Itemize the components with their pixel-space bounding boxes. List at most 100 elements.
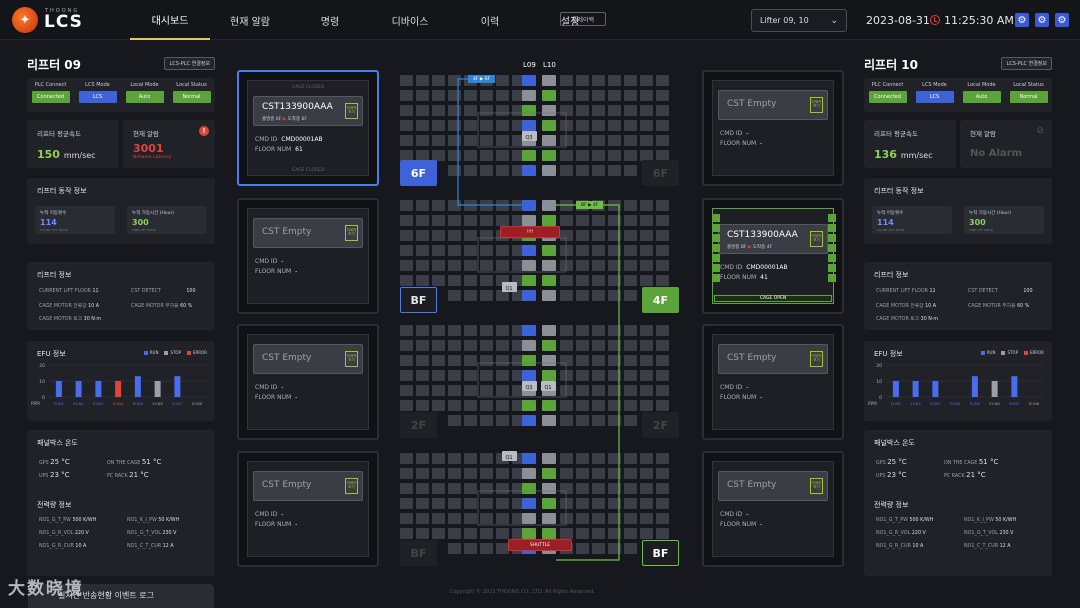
conveyor-cell: [560, 453, 573, 464]
detail-button[interactable]: 자세히 보기: [810, 478, 823, 494]
floor-label-right-2f[interactable]: 2F: [642, 412, 679, 438]
conveyor-cell: [416, 355, 429, 366]
plc-info-button[interactable]: LCS-PLC 연결정보: [1001, 57, 1052, 70]
conveyor-cell: [416, 385, 429, 396]
conveyor-cell: [608, 75, 621, 86]
conveyor-cell: [624, 275, 637, 286]
detail-button[interactable]: 자세히 보기: [810, 351, 823, 367]
cst-id: CST Empty: [262, 227, 312, 237]
alert-tag[interactable]: !!!!: [500, 226, 560, 238]
floor-num-label: FLOOR NUM: [255, 521, 292, 528]
nav-device[interactable]: 디바이스: [370, 0, 450, 40]
floor-label-right-6f[interactable]: 6F: [642, 160, 679, 186]
lift-l10-cell: [542, 90, 556, 101]
lift-l09-cell: [522, 415, 536, 426]
conveyor-cell: [656, 230, 669, 241]
logo[interactable]: ✦ THOONG LCS: [12, 7, 83, 33]
conveyor-cell: [656, 135, 669, 146]
floor-label-left-2f[interactable]: 2F: [400, 412, 437, 438]
detail-button[interactable]: 자세히 보기: [810, 231, 823, 247]
legend-run: RUN: [981, 350, 996, 355]
current-alarm-card[interactable]: 현재 알람 ! 3001 Network Latency: [123, 120, 215, 168]
detail-button[interactable]: 자세히 보기: [810, 97, 823, 113]
playback-button[interactable]: 플레이백: [560, 12, 606, 26]
bay-left-2[interactable]: CST Empty 자세히 보기 CMD ID - FLOOR NUM -: [237, 198, 379, 314]
conveyor-cell: [624, 165, 637, 176]
conveyor-cell: [624, 498, 637, 509]
detail-button[interactable]: 자세히 보기: [345, 478, 358, 494]
conveyor-cell: [608, 150, 621, 161]
detail-button[interactable]: 자세히 보기: [345, 103, 358, 119]
floor-num-value: 61: [295, 146, 303, 153]
bay-left-3[interactable]: CST Empty 자세히 보기 CMD ID - FLOOR NUM -: [237, 324, 379, 440]
nav-history[interactable]: 이력: [450, 0, 530, 40]
floor-label-left-bf[interactable]: BF: [400, 287, 437, 313]
cmd-id-value: -: [746, 511, 749, 518]
bay-left-4[interactable]: CST Empty 자세히 보기 CMD ID - FLOOR NUM -: [237, 451, 379, 567]
run-time-value: 300: [132, 218, 149, 227]
conveyor-cell: [592, 230, 605, 241]
floor-label-right-bf[interactable]: BF: [642, 540, 679, 566]
conveyor-cell: [496, 120, 509, 131]
conveyor-cell: [640, 105, 653, 116]
conveyor-cell: [656, 400, 669, 411]
conveyor-cell: [432, 513, 445, 524]
shuttle-tag[interactable]: SHUTTLE: [508, 539, 572, 551]
conveyor-cell: [656, 75, 669, 86]
conveyor-cell: [416, 215, 429, 226]
conveyor-cell: [640, 245, 653, 256]
current-alarm-card[interactable]: 현재 알람 ⊘ No Alarm: [960, 120, 1052, 168]
conveyor-cell: [592, 400, 605, 411]
conveyor-cell: [448, 75, 461, 86]
floor-num-row: FLOOR NUM 41: [720, 274, 768, 281]
settings-gear-button-3[interactable]: ⚙: [1055, 13, 1069, 27]
bay-right-4[interactable]: CST Empty 자세히 보기 CMD ID - FLOOR NUM -: [702, 451, 844, 567]
status-card: PLC Connect Connected LCS Mode LCS Local M…: [864, 78, 1052, 112]
route-tag-4f-6f: 4F ▶ 6F: [468, 75, 496, 83]
nav-dashboard[interactable]: 대시보드: [130, 0, 210, 40]
power-value: 50 K/WH: [158, 518, 180, 523]
avg-speed-label: 리프터 평균속도: [37, 130, 81, 138]
conveyor-cell: [576, 260, 589, 271]
plc-info-button[interactable]: LCS-PLC 연결정보: [164, 57, 215, 70]
detail-button[interactable]: 자세히 보기: [345, 225, 358, 241]
y-tick-label: 20: [876, 363, 882, 369]
nav-current-alarm[interactable]: 현재 알람: [210, 0, 290, 40]
bay-right-1[interactable]: CST Empty 자세히 보기 CMD ID - FLOOR NUM -: [702, 70, 844, 186]
floor-label-left-6f[interactable]: 6F: [400, 160, 437, 186]
conveyor-cell: [640, 498, 653, 509]
conveyor-cell: [432, 200, 445, 211]
conveyor-cell: [576, 468, 589, 479]
lift-label-l10: L10: [543, 61, 556, 69]
status-label: LCS Mode: [85, 82, 110, 88]
cst-id: CST Empty: [727, 99, 777, 109]
slot-label: Q1: [505, 286, 512, 292]
settings-gear-button-1[interactable]: ⚙: [1015, 13, 1029, 27]
panel-temp-title: 패널박스 온도: [37, 439, 78, 447]
operation-info-title: 리프터 동작 정보: [874, 187, 924, 195]
info-value: 100: [186, 289, 196, 294]
slot-label: Q3: [525, 135, 532, 141]
conveyor-cell: [448, 453, 461, 464]
bay-left-1[interactable]: CAGE CLOSED CST133900AAA 출발층 6F ▶ 도착층 6F 자세…: [237, 70, 379, 186]
lifter-select[interactable]: Lifter 09, 10 ⌄: [751, 9, 847, 32]
current-alarm-label: 현재 알람: [970, 130, 996, 138]
power-key: NO1_G_R_VOL: [39, 531, 74, 536]
bay-right-3[interactable]: CST Empty 자세히 보기 CMD ID - FLOOR NUM -: [702, 324, 844, 440]
floor-label-right-4f[interactable]: 4F: [642, 287, 679, 313]
bay-right-2[interactable]: CST133900AAA 출발층 BF ▶ 도착층 4F 자세히 보기 CMD ID C…: [702, 198, 844, 314]
current-date: 2023-08-31: [866, 14, 930, 27]
floor-label-left-bf2[interactable]: BF: [400, 540, 437, 566]
nav-command[interactable]: 명령: [290, 0, 370, 40]
lifter-info-title: 리프터 정보: [874, 271, 909, 279]
conveyor-cell: [624, 385, 637, 396]
conveyor-cell: [448, 528, 461, 539]
conveyor-cell: [464, 415, 477, 426]
efu-info-card: EFU 정보 RUN STOP ERROR 0 10 20 RPM EUN1 EUN2 EUN3…: [864, 341, 1052, 421]
lift-l09-cell: [522, 245, 536, 256]
conveyor-cell: [496, 385, 509, 396]
status-label: Local Status: [176, 82, 207, 88]
detail-button[interactable]: 자세히 보기: [345, 351, 358, 367]
settings-gear-button-2[interactable]: ⚙: [1035, 13, 1049, 27]
x-tick-label: EUN5: [970, 401, 981, 406]
